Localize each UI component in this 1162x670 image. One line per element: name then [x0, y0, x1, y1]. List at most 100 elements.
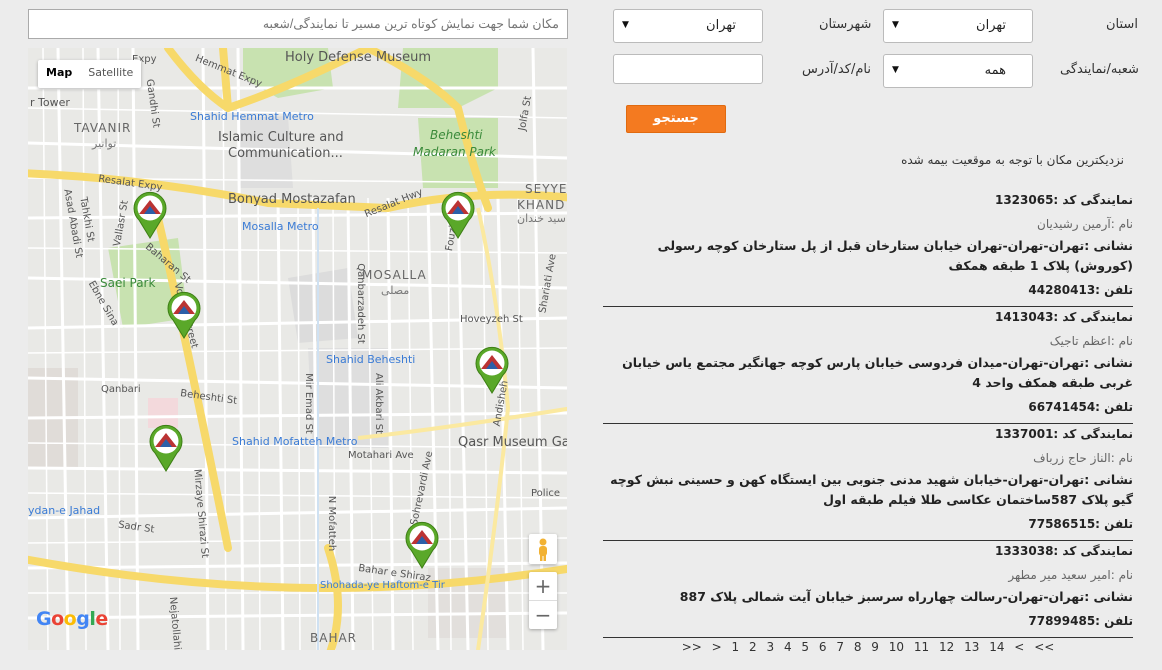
province-label: استان [1106, 17, 1138, 32]
map-label: Shahid Mofatteh Metro [232, 435, 358, 448]
map-label: Motahari Ave [348, 450, 414, 461]
agency-marker[interactable] [403, 520, 441, 570]
map-label: Communication... [228, 146, 343, 161]
map-label: Hoveyzeh St [460, 314, 523, 325]
chevron-down-icon: ▼ [892, 20, 899, 30]
first-page-link[interactable]: << [1034, 640, 1054, 654]
province-select[interactable]: تهران ▼ [883, 9, 1033, 43]
map-label: Bonyad Mostazafan [228, 192, 356, 207]
agency-address: نشانی :تهران-تهران-میدان فردوسی خیابان پ… [622, 355, 1133, 390]
map-label: Police [531, 488, 560, 499]
google-logo: Google [36, 608, 108, 630]
map-label: Ali Akbari St [373, 372, 385, 435]
map-label: Qasr Museum Ga [458, 435, 567, 450]
agent-name: نام :امیر سعید میر مطهر [1008, 568, 1133, 582]
map-label: Beheshti [430, 128, 483, 142]
map-label: Qanbarzadeh St [354, 263, 366, 344]
page-link[interactable]: 2 [749, 640, 757, 654]
zoom-in-button[interactable]: + [529, 572, 557, 600]
page-link[interactable]: 9 [871, 640, 879, 654]
map-label: Qanbari [101, 384, 141, 395]
map-type-control: Map Satellite [38, 60, 142, 88]
map-label: TAVANIR [74, 121, 132, 135]
page-link[interactable]: 13 [964, 640, 979, 654]
page-link[interactable]: 1 [732, 640, 740, 654]
map-label: Shahid Beheshti [326, 353, 416, 366]
map-label: KHAND [517, 198, 566, 212]
list-item[interactable]: نمایندگی کد :1323065 نام :آرمین رشیدیان … [603, 190, 1133, 307]
chevron-down-icon: ▼ [622, 20, 629, 30]
zoom-control: + − [529, 572, 557, 629]
map-label: توانیر [92, 137, 117, 150]
map-label: r Tower [30, 96, 70, 109]
map-type-map-button[interactable]: Map [38, 60, 80, 88]
search-button[interactable]: جستجو [626, 105, 726, 133]
map-label: ydan-e Jahad [28, 504, 101, 517]
city-label: شهرستان [819, 17, 872, 32]
agency-marker[interactable] [131, 190, 169, 240]
map-label: مصلی [381, 284, 410, 297]
map[interactable]: Holy Defense Museum Hemmat Expy Expy r T… [28, 48, 567, 650]
page-link[interactable]: 12 [939, 640, 954, 654]
page-link[interactable]: 7 [836, 640, 844, 654]
agency-marker[interactable] [147, 423, 185, 473]
name-code-address-label: نام/کد/آدرس [802, 62, 871, 77]
map-label: Islamic Culture and [218, 130, 344, 145]
agency-address: نشانی :تهران-تهران-تهران خیابان ستارخان … [657, 238, 1133, 273]
results-list: نمایندگی کد :1323065 نام :آرمین رشیدیان … [603, 190, 1133, 638]
map-label: Madaran Park [413, 145, 496, 159]
list-item[interactable]: نمایندگی کد :1413043 نام :اعظم تاجیک نشا… [603, 307, 1133, 424]
map-label: Holy Defense Museum [285, 50, 432, 65]
agency-marker[interactable] [165, 290, 203, 340]
pagination: >> > 1 2 3 4 5 6 7 8 9 10 11 12 13 14 < … [603, 640, 1133, 654]
agent-name: نام :الناز حاج زرباف [1033, 451, 1133, 465]
agency-address: نشانی :تهران-تهران-رسالت چهارراه سرسبز خ… [679, 589, 1133, 604]
name-code-address-input[interactable] [613, 54, 763, 84]
origin-location-input[interactable] [28, 9, 568, 39]
city-select[interactable]: تهران ▼ [613, 9, 763, 43]
city-select-value: تهران [706, 18, 736, 33]
map-label: MOSALLA [362, 268, 427, 282]
next-page-link[interactable]: > [712, 640, 722, 654]
prev-page-link[interactable]: < [1014, 640, 1024, 654]
province-select-value: تهران [976, 18, 1006, 33]
chevron-down-icon: ▼ [892, 65, 899, 75]
list-item[interactable]: نمایندگی کد :1333038 نام :امیر سعید میر … [603, 541, 1133, 638]
agency-phone: تلفن :77586515 [1028, 517, 1133, 531]
list-item[interactable]: نمایندگی کد :1337001 نام :الناز حاج زربا… [603, 424, 1133, 541]
agent-name: نام :آرمین رشیدیان [1037, 217, 1133, 231]
page-link[interactable]: 11 [914, 640, 929, 654]
page-link[interactable]: 3 [766, 640, 774, 654]
map-label: Shahid Hemmat Metro [190, 110, 314, 123]
agency-marker[interactable] [473, 345, 511, 395]
agency-code: نمایندگی کد :1323065 [994, 193, 1133, 207]
agency-phone: تلفن :44280413 [1028, 283, 1133, 297]
page-link[interactable]: 6 [819, 640, 827, 654]
street-view-pegman-icon[interactable] [529, 534, 557, 564]
agency-phone: تلفن :77899485 [1028, 614, 1133, 628]
map-label: BAHAR [310, 631, 358, 645]
branch-select[interactable]: همه ▼ [883, 54, 1033, 88]
branch-label: شعبه/نمایندگی [1060, 62, 1139, 77]
agency-code: نمایندگی کد :1337001 [994, 427, 1133, 441]
agency-code: نمایندگی کد :1413043 [994, 310, 1133, 324]
agency-phone: تلفن :66741454 [1028, 400, 1133, 414]
branch-select-value: همه [984, 63, 1006, 78]
map-label: Saei Park [100, 276, 156, 290]
agency-code: نمایندگی کد :1333038 [994, 544, 1133, 558]
page-link[interactable]: 8 [854, 640, 862, 654]
map-type-satellite-button[interactable]: Satellite [80, 60, 141, 88]
page-link[interactable]: 4 [784, 640, 792, 654]
zoom-out-button[interactable]: − [529, 601, 557, 629]
page-link[interactable]: 14 [989, 640, 1004, 654]
last-page-link[interactable]: >> [682, 640, 702, 654]
map-label: Mir Emad St [302, 373, 314, 434]
page-link[interactable]: 10 [889, 640, 904, 654]
map-label: سید خندان [517, 212, 566, 225]
page-link[interactable]: 5 [801, 640, 809, 654]
agency-marker[interactable] [439, 190, 477, 240]
map-label: N Mofatteh [326, 495, 338, 552]
map-label: SEYYE [525, 182, 567, 196]
agency-address: نشانی :تهران-تهران-خیابان شهید مدنی جنوب… [610, 472, 1133, 507]
nearest-location-note: نزدیکترین مکان با توجه به موقعیت بیمه شد… [901, 153, 1124, 167]
